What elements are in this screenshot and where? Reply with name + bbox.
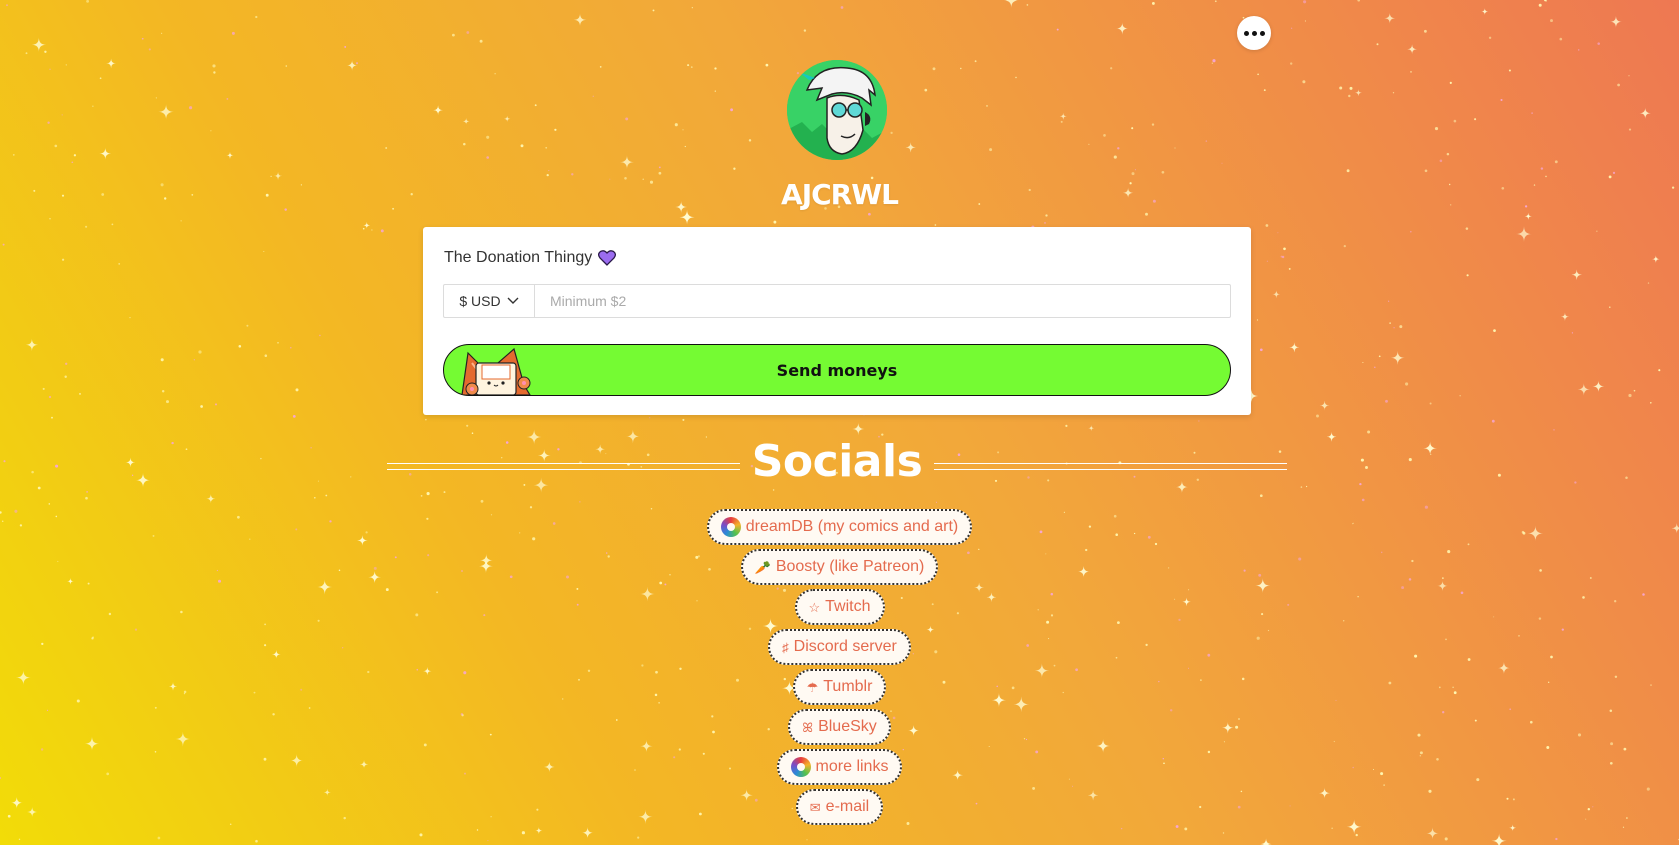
donation-title-row: The Donation Thingy <box>444 249 617 267</box>
social-link[interactable]: ♯ Discord server <box>768 629 911 665</box>
social-link[interactable]: dreamDB (my comics and art) <box>706 509 973 545</box>
social-link[interactable]: ꕤ BlueSky <box>788 709 891 745</box>
butterfly-icon: ꕤ <box>802 719 814 735</box>
chevron-down-icon <box>507 297 519 304</box>
music-sharp-icon: ♯ <box>782 639 789 655</box>
envelope-icon: ✉ <box>809 799 821 815</box>
rainbow-swirl-icon <box>790 757 811 777</box>
star-icon: ☆ <box>808 599 821 615</box>
social-link-label: BlueSky <box>818 718 877 735</box>
more-options-button[interactable] <box>1237 16 1271 50</box>
amount-input[interactable] <box>534 284 1231 318</box>
social-link[interactable]: more links <box>776 749 903 785</box>
send-moneys-button[interactable]: Send moneys <box>443 344 1231 396</box>
profile-username: AJCRWL <box>781 178 899 211</box>
social-links-list: dreamDB (my comics and art) 🥕 Boosty (like… <box>0 509 1679 825</box>
social-link-label: more links <box>815 758 889 775</box>
social-link-label: Discord server <box>793 638 897 655</box>
rainbow-swirl-icon <box>720 517 741 537</box>
carrot-icon: 🥕 <box>754 559 771 575</box>
avatar <box>787 60 887 160</box>
social-link-label: Tumblr <box>823 678 873 695</box>
social-link-label: e-mail <box>825 798 870 815</box>
socials-title: Socials <box>751 436 923 487</box>
currency-select[interactable]: $ USD <box>443 284 534 318</box>
currency-label: $ USD <box>459 293 501 309</box>
send-moneys-label: Send moneys <box>776 360 898 380</box>
social-link[interactable]: ✉ e-mail <box>795 789 884 825</box>
socials-heading: Socials <box>387 436 1287 496</box>
umbrella-icon: ☂ <box>806 679 819 695</box>
social-link-label: Twitch <box>825 598 871 615</box>
social-link[interactable]: 🥕 Boosty (like Patreon) <box>740 549 939 585</box>
social-link-label: Boosty (like Patreon) <box>775 558 925 575</box>
ellipsis-icon <box>1243 30 1265 36</box>
social-link[interactable]: ☆ Twitch <box>794 589 885 625</box>
donation-title: The Donation Thingy <box>444 249 593 266</box>
donation-card: The Donation Thingy $ USD Send moneys <box>423 227 1251 415</box>
social-link[interactable]: ☂ Tumblr <box>792 669 887 705</box>
social-link-label: dreamDB (my comics and art) <box>745 518 959 535</box>
purple-heart-icon <box>598 250 617 266</box>
